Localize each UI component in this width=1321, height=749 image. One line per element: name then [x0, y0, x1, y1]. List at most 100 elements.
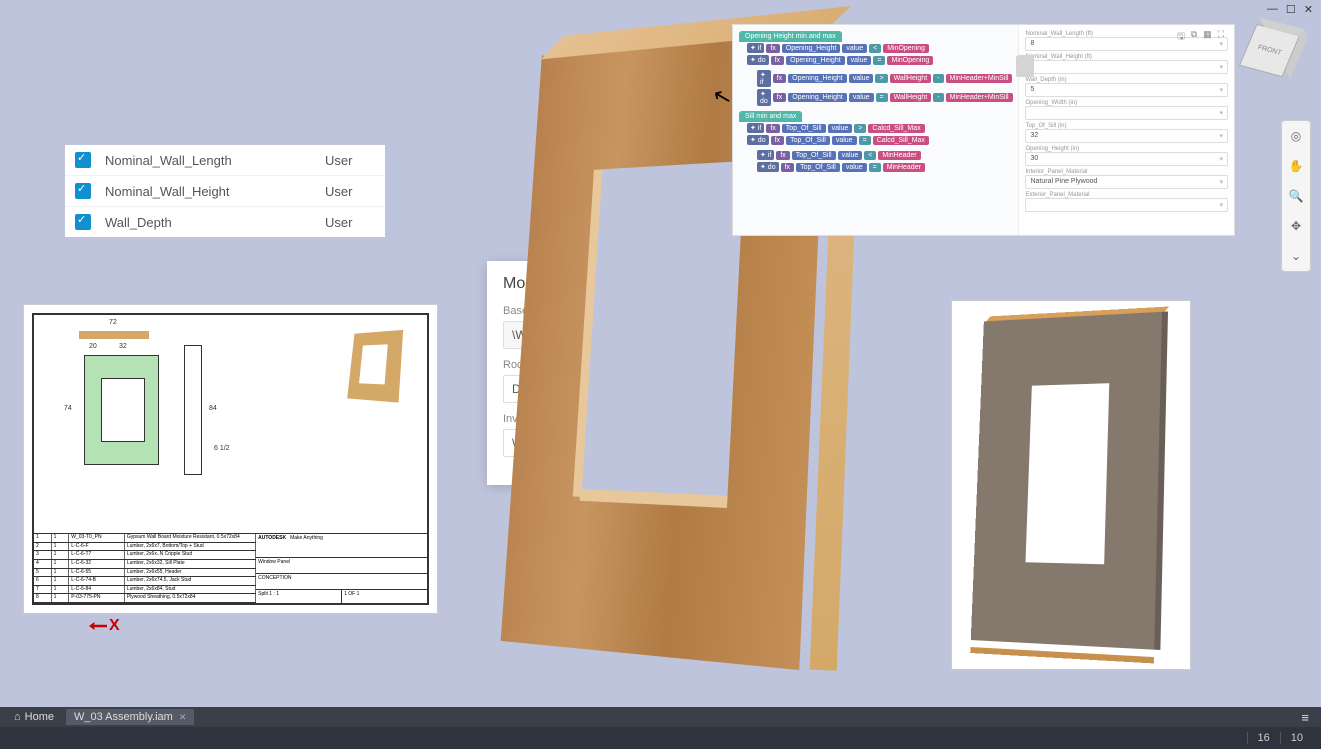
minimize-button[interactable]: — — [1267, 3, 1278, 16]
block-chip[interactable]: value — [842, 163, 867, 172]
bom-row: 21L-C-6-FLumber, 2x6x7, Bottom/Top + Stu… — [34, 543, 256, 552]
block-chip[interactable]: Top_Of_Sill — [796, 163, 840, 172]
settings-icon[interactable]: ⛶ — [1218, 29, 1224, 45]
bom-cell: Plywood Sheathing, 0.5x72x84 — [125, 594, 256, 602]
title-block-right: AUTODESK Make Anything Window Panel CONC… — [256, 534, 427, 603]
block-chip[interactable]: = — [869, 163, 881, 172]
block-chip[interactable]: = — [859, 136, 871, 145]
block-chip[interactable]: MinOpening — [883, 44, 929, 53]
block-chip[interactable]: Top_Of_Sill — [782, 124, 826, 133]
view-cube-face[interactable]: FRONT — [1239, 24, 1300, 77]
drawing-sheet-thumbnail[interactable]: 72 20 32 74 84 6 1/2 11W_03-T0_PNGypsum … — [23, 304, 438, 614]
block-chip[interactable]: value — [832, 136, 857, 145]
field-input[interactable]: ▾ — [1025, 60, 1228, 74]
param-row[interactable]: Nominal_Wall_Length User — [65, 145, 385, 176]
block-chip[interactable]: WallHeight — [890, 74, 932, 83]
grid-icon[interactable]: ▦ — [1203, 29, 1212, 45]
iso-view — [347, 330, 417, 420]
maximize-button[interactable]: ☐ — [1286, 3, 1296, 16]
side-view — [184, 345, 202, 475]
block-chip[interactable]: MinHeader+MinSill — [946, 74, 1013, 83]
checkbox-icon[interactable] — [75, 183, 91, 199]
block-chip[interactable]: fx — [766, 124, 779, 133]
block-row[interactable]: ✦ dofxOpening_Heightvalue=MinOpening — [739, 54, 1012, 66]
home-tab[interactable]: ⌂ Home — [6, 711, 62, 723]
block-group-header[interactable]: Opening Height min and max — [739, 31, 842, 42]
block-chip[interactable]: Opening_Height — [788, 93, 847, 102]
block-row[interactable]: ✦ iffxOpening_Heightvalue<MinOpening — [739, 42, 1012, 54]
blocks-canvas[interactable]: Opening Height min and max ✦ iffxOpening… — [733, 25, 1018, 235]
block-chip[interactable]: Opening_Height — [786, 56, 845, 65]
field-value: 32 — [1030, 132, 1038, 140]
block-chip[interactable]: value — [842, 44, 867, 53]
block-chip[interactable]: > — [875, 74, 887, 83]
block-chip[interactable]: fx — [776, 151, 789, 160]
block-chip[interactable]: WallHeight — [890, 93, 932, 102]
block-row[interactable]: ✦ dofxTop_Of_Sillvalue=Calcd_Sill_Max — [739, 134, 1012, 146]
bom-cell: 5 — [34, 569, 52, 577]
block-row[interactable]: ✦ dofxTop_Of_Sillvalue=MinHeader — [739, 161, 1012, 173]
field-input[interactable]: ▾ — [1025, 106, 1228, 120]
checkbox-icon[interactable] — [75, 214, 91, 230]
block-chip[interactable]: MinOpening — [887, 56, 933, 65]
field-input[interactable]: 32▾ — [1025, 129, 1228, 143]
block-chip[interactable]: MinHeader — [878, 151, 920, 160]
block-chip[interactable]: value — [847, 56, 872, 65]
bom-cell: 1 — [52, 551, 70, 559]
param-row[interactable]: Nominal_Wall_Height User — [65, 176, 385, 207]
compass-icon[interactable]: ✥ — [1285, 215, 1307, 237]
copy-icon[interactable]: ⧉ — [1191, 29, 1197, 45]
field-input[interactable]: ▾ — [1025, 198, 1228, 212]
block-chip[interactable]: MinHeader+MinSill — [946, 93, 1013, 102]
document-tab[interactable]: W_03 Assembly.iam ✕ — [66, 709, 194, 725]
block-chip[interactable]: MinHeader — [883, 163, 925, 172]
block-chip[interactable]: - — [933, 74, 943, 83]
block-chip[interactable]: fx — [773, 74, 786, 83]
more-nav-icon[interactable]: ⌄ — [1285, 245, 1307, 267]
block-group-header[interactable]: Sill min and max — [739, 111, 802, 122]
viewport-3d-secondary[interactable] — [951, 300, 1191, 670]
field-input[interactable]: 30▾ — [1025, 152, 1228, 166]
block-chip[interactable]: Opening_Height — [788, 74, 847, 83]
close-button[interactable]: ✕ — [1304, 3, 1313, 16]
block-chip[interactable]: Top_Of_Sill — [792, 151, 836, 160]
block-chip[interactable]: = — [873, 56, 885, 65]
block-chip[interactable]: fx — [771, 56, 784, 65]
block-chip[interactable]: = — [876, 93, 888, 102]
block-row[interactable]: ✦ iffxOpening_Heightvalue>WallHeight-Min… — [739, 69, 1012, 88]
block-chip[interactable]: fx — [781, 163, 794, 172]
save-icon[interactable]: 🖫 — [1177, 29, 1185, 45]
block-chip[interactable]: > — [854, 124, 866, 133]
field-input[interactable]: 5▾ — [1025, 83, 1228, 97]
field-input[interactable]: Natural Pine Plywood▾ — [1025, 175, 1228, 189]
zoom-icon[interactable]: 🔍 — [1285, 185, 1307, 207]
block-row[interactable]: ✦ iffxTop_Of_Sillvalue>Calcd_Sill_Max — [739, 122, 1012, 134]
block-chip[interactable]: < — [864, 151, 876, 160]
block-chip[interactable]: Calcd_Sill_Max — [873, 136, 929, 145]
block-chip[interactable]: value — [849, 93, 874, 102]
block-chip[interactable]: value — [828, 124, 853, 133]
block-row[interactable]: ✦ dofxOpening_Heightvalue=WallHeight-Min… — [739, 88, 1012, 107]
flask-icon[interactable] — [1016, 55, 1034, 77]
pan-icon[interactable]: ✋ — [1285, 155, 1307, 177]
block-chip[interactable]: Top_Of_Sill — [786, 136, 830, 145]
bom-cell: 1 — [52, 534, 70, 542]
block-chip[interactable]: value — [849, 74, 874, 83]
block-chip[interactable]: fx — [773, 93, 786, 102]
chevron-down-icon: ▾ — [1219, 109, 1223, 117]
block-row[interactable]: ✦ iffxTop_Of_Sillvalue<MinHeader — [739, 149, 1012, 161]
checkbox-icon[interactable] — [75, 152, 91, 168]
close-tab-icon[interactable]: ✕ — [179, 712, 187, 723]
orbit-icon[interactable]: ◎ — [1285, 125, 1307, 147]
block-chip[interactable]: < — [869, 44, 881, 53]
block-chip[interactable]: Opening_Height — [782, 44, 841, 53]
view-cube[interactable]: FRONT — [1247, 28, 1297, 78]
block-chip[interactable]: fx — [771, 136, 784, 145]
block-chip[interactable]: fx — [766, 44, 779, 53]
block-chip[interactable]: Calcd_Sill_Max — [868, 124, 924, 133]
param-row[interactable]: Wall_Depth User — [65, 207, 385, 237]
drawing-title: Window Panel — [256, 558, 427, 574]
block-chip[interactable]: value — [838, 151, 863, 160]
tab-menu-icon[interactable]: ≡ — [1295, 710, 1315, 725]
block-chip[interactable]: - — [933, 93, 943, 102]
